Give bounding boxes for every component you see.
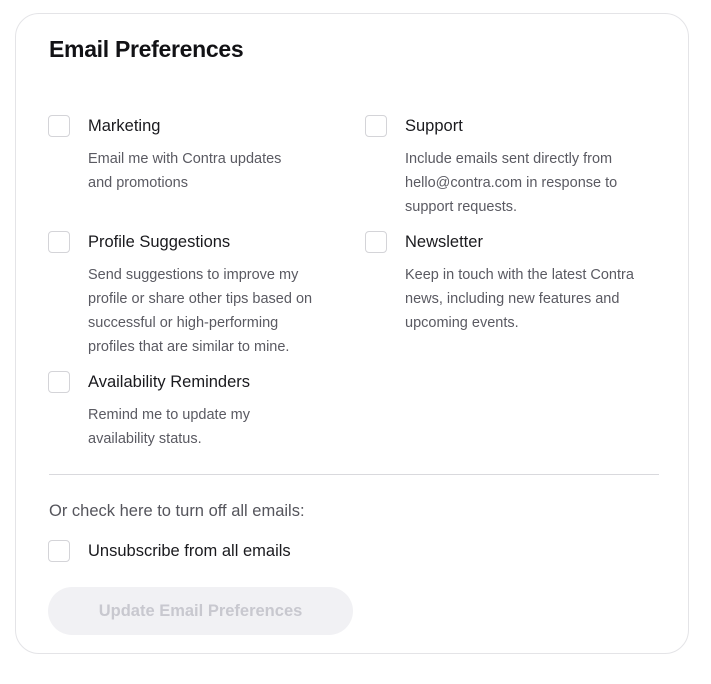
availability-reminders-description-line: Remind me to update my [88, 407, 250, 423]
marketing-description-line: and promotions [88, 175, 188, 191]
option-unsubscribe: Unsubscribe from all emails [48, 540, 348, 564]
update-email-preferences-button[interactable]: Update Email Preferences [48, 587, 353, 635]
profile-suggestions-checkbox[interactable] [48, 231, 70, 253]
support-description: Include emails sent directly from hello@… [405, 147, 617, 219]
option-newsletter: Newsletter Keep in touch with the latest… [365, 231, 665, 341]
unsubscribe-checkbox[interactable] [48, 540, 70, 562]
availability-reminders-description-line: availability status. [88, 431, 202, 447]
profile-suggestions-description-line: successful or high-performing [88, 315, 279, 331]
option-availability-reminders: Availability Reminders Remind me to upda… [48, 371, 348, 461]
newsletter-label: Newsletter [405, 233, 483, 251]
profile-suggestions-description-line: Send suggestions to improve my [88, 267, 299, 283]
newsletter-description-line: Keep in touch with the latest Contra [405, 267, 634, 283]
email-preferences-card: Email Preferences Marketing Email me wit… [15, 13, 689, 654]
support-description-line: hello@contra.com in response to [405, 175, 618, 191]
support-label: Support [405, 117, 463, 135]
newsletter-description: Keep in touch with the latest Contra new… [405, 263, 634, 335]
newsletter-description-line: news, including new features and [405, 291, 620, 307]
availability-reminders-description: Remind me to update my availability stat… [88, 403, 250, 451]
profile-suggestions-description-line: profiles that are similar to mine. [88, 339, 290, 355]
marketing-checkbox[interactable] [48, 115, 70, 137]
marketing-label: Marketing [88, 117, 161, 135]
unsubscribe-prompt: Or check here to turn off all emails: [49, 502, 305, 520]
availability-reminders-label: Availability Reminders [88, 373, 251, 391]
profile-suggestions-description: Send suggestions to improve my profile o… [88, 263, 312, 359]
support-description-line: Include emails sent directly from [405, 151, 613, 167]
option-marketing: Marketing Email me with Contra updates a… [48, 115, 338, 205]
newsletter-description-line: upcoming events. [405, 315, 519, 331]
support-description-line: support requests. [405, 199, 518, 215]
availability-reminders-checkbox[interactable] [48, 371, 70, 393]
marketing-description-line: Email me with Contra updates [88, 151, 282, 167]
option-profile-suggestions: Profile Suggestions Send suggestions to … [48, 231, 348, 361]
support-checkbox[interactable] [365, 115, 387, 137]
newsletter-checkbox[interactable] [365, 231, 387, 253]
option-support: Support Include emails sent directly fro… [365, 115, 665, 225]
marketing-description: Email me with Contra updates and promoti… [88, 147, 281, 195]
profile-suggestions-label: Profile Suggestions [88, 233, 231, 251]
page-title: Email Preferences [49, 36, 244, 62]
profile-suggestions-description-line: profile or share other tips based on [88, 291, 313, 307]
unsubscribe-label: Unsubscribe from all emails [88, 542, 291, 560]
section-divider [49, 474, 659, 475]
